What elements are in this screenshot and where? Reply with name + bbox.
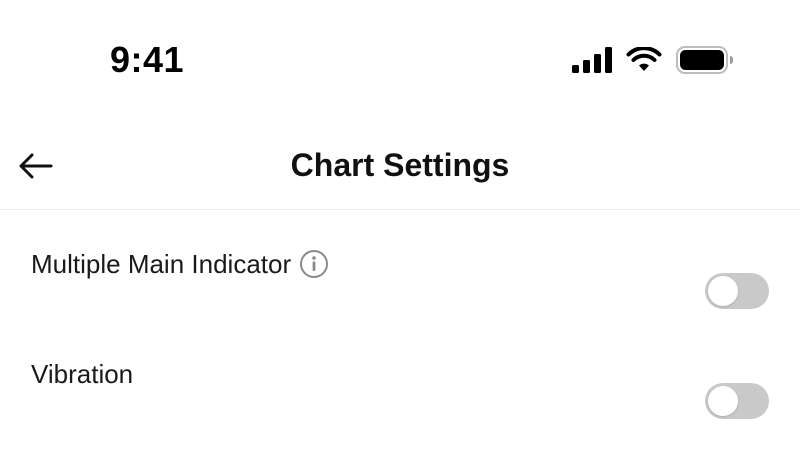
header: Chart Settings (0, 120, 800, 210)
battery-icon (676, 46, 733, 74)
setting-label: Vibration (31, 359, 134, 389)
page-title: Chart Settings (290, 147, 510, 183)
multiple-main-indicator-toggle[interactable] (705, 273, 769, 309)
toggle-knob (708, 386, 738, 416)
setting-label: Multiple Main Indicator (31, 249, 292, 279)
status-time: 9:41 (110, 39, 185, 80)
vibration-toggle[interactable] (705, 383, 769, 419)
setting-label-wrap: Multiple Main Indicator (31, 248, 329, 280)
status-bar: 9:41 (0, 0, 800, 110)
status-icons (572, 44, 734, 76)
toggle-knob (708, 276, 738, 306)
signal-icon (572, 47, 612, 73)
setting-row-vibration: Vibration (0, 347, 800, 450)
chart-settings-screen: 9:41 Chart Settings Multiple Main Indica… (0, 0, 800, 450)
info-icon[interactable] (299, 249, 329, 279)
wifi-icon (626, 47, 662, 71)
setting-row-multiple-main-indicator: Multiple Main Indicator (0, 237, 800, 347)
settings-list: Multiple Main Indicator Vibration (0, 237, 800, 450)
setting-label-wrap: Vibration (31, 358, 133, 390)
